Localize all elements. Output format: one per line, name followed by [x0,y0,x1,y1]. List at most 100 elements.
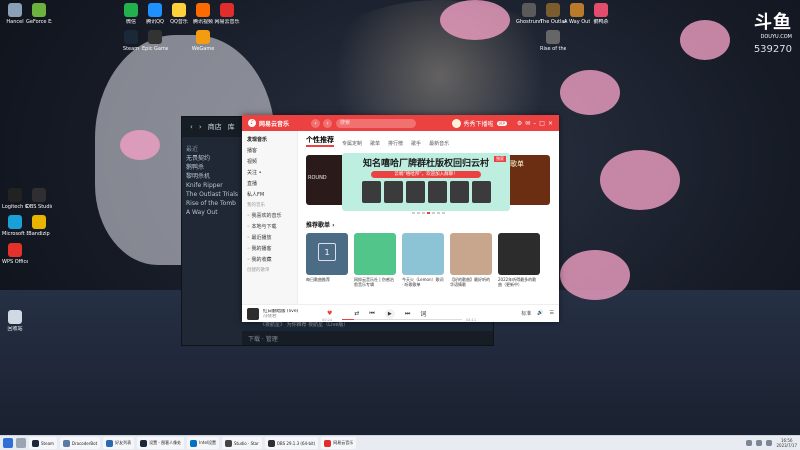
sidebar-item[interactable]: ◦ 我的收藏 [247,255,292,266]
sidebar-item[interactable]: ◦ 本地与下载 [247,222,292,233]
avatar[interactable] [451,118,461,128]
carousel-dot-active[interactable] [427,212,430,214]
like-icon[interactable]: ♥ [327,310,332,317]
playlist-caption[interactable]: 【好的歌曲】最好听的华语情歌 [450,277,492,287]
desktop-icon[interactable]: WeGame [190,30,216,52]
sidebar-item[interactable]: 直播 [247,179,292,190]
taskbar-app[interactable]: Steam [29,437,57,449]
sidebar-item[interactable]: 发现音乐 [247,135,292,146]
forward-icon[interactable]: › [323,118,333,128]
playlist-caption[interactable]: 2022年听得最多的歌曲（更新中） [498,277,540,287]
desktop-icon[interactable]: WPS Office [2,243,28,265]
desktop-icon[interactable]: Rise of the Tomb Raider [540,30,566,52]
playlist-cover[interactable]: 1 [306,232,348,275]
desktop-icon[interactable]: 腾讯QQ [142,3,168,25]
playlist-card[interactable]: 今天火（Lemon）歌词 · 听歌歌单 [402,232,444,287]
music-search-input[interactable]: 搜索 [336,118,417,128]
desktop-icon[interactable]: QQ音乐 [166,3,192,25]
sidebar-item[interactable]: ◦ 我喜欢的音乐 [247,211,292,222]
steam-game-item[interactable]: 无畏契约 [186,154,238,163]
desktop-icon[interactable]: 微信 [118,3,144,25]
desktop-icon[interactable]: Bandizip [26,215,52,237]
desktop-icon[interactable]: 网易云音乐 [214,3,240,25]
banner-left-card[interactable]: ROUND [306,155,346,205]
playlist-card[interactable]: 1 每日歌曲推荐 [306,232,348,287]
search-icon[interactable] [16,438,26,448]
user-name[interactable]: 秀秀下播啦 [464,119,494,128]
quality-button[interactable]: 标准 [521,310,531,317]
now-playing-cover[interactable] [247,307,259,320]
banner-carousel[interactable]: ROUND 歌单 独家 知名嘻哈厂牌群杜版权回归云村 云端“嘻哈邦”，欢迎加入群… [306,153,551,211]
banner-right-card[interactable]: 歌单 [506,155,550,205]
taskbar-app[interactable]: 设置 - 图客人像处 [137,437,185,449]
playlist-cover[interactable] [402,232,444,275]
desktop-icon[interactable]: GeForce Experience [26,3,52,25]
sidebar-item[interactable]: ◦ 我的播客 [247,244,292,255]
steam-game-item[interactable]: Rise of the Tomb Raider [186,199,238,208]
desktop-icon[interactable]: Epic Games [142,30,168,52]
taskbar-app[interactable]: Intel设置 [187,437,220,449]
sidebar-item[interactable]: 关注 • [247,168,292,179]
taskbar-app[interactable]: 好友列表 [103,437,135,449]
playlist-caption[interactable]: 网抑云音乐社 | 伤感治愈音乐专辑 [354,277,396,287]
steam-forward-icon[interactable]: › [199,123,202,131]
music-user[interactable]: 秀秀下播啦 VIP [451,118,507,128]
volume-icon[interactable]: 🔊 [537,310,543,317]
netease-music-window[interactable]: ♪ 网易云音乐 ‹ › 搜索 秀秀下播啦 VIP ⚙ ✉ – □ × 发现音乐播… [242,115,559,322]
sidebar-item[interactable]: ◦ 最近播放 [247,233,292,244]
steam-game-item[interactable]: A Way Out [186,208,238,217]
sidebar-item[interactable]: 私人FM [247,190,292,201]
tab-2[interactable]: 歌单 [370,140,380,147]
desktop-icon[interactable]: Hancel [2,3,28,25]
play-icon[interactable]: ▶ [384,308,395,319]
desktop-icon[interactable]: 鹅鸭杀 [588,3,614,25]
now-playing-artist[interactable]: 冯晓君 [263,314,325,319]
desktop-icon[interactable]: 腾讯视频 [190,3,216,25]
playlist-card[interactable]: 【好的歌曲】最好听的华语情歌 [450,232,492,287]
steam-nav-store[interactable]: 商店 [208,122,222,132]
desktop-icon[interactable]: Logitech G HUB [2,188,28,210]
carousel-dot[interactable] [412,212,415,214]
steam-game-item[interactable]: 黎明杀机 [186,172,238,181]
playlist-cover[interactable] [498,232,540,275]
carousel-dot[interactable] [437,212,440,214]
playlist-card[interactable]: 2022年听得最多的歌曲（更新中） [498,232,540,287]
steam-back-icon[interactable]: ‹ [190,123,193,131]
playlist-cover[interactable] [450,232,492,275]
steam-game-item[interactable]: Knife Ripper [186,181,238,190]
playlist-caption[interactable]: 今天火（Lemon）歌词 · 听歌歌单 [402,277,444,287]
mail-icon[interactable]: ✉ [525,120,530,127]
desktop-icon[interactable]: OBS Studio [26,188,52,210]
tab-0[interactable]: 个性推荐 [306,135,334,147]
steam-game-item[interactable]: 鹅鸭杀 [186,163,238,172]
maximize-icon[interactable]: □ [539,120,545,127]
shuffle-icon[interactable]: ⇄ [354,310,359,317]
next-icon[interactable]: ⏭ [405,310,410,318]
wifi-icon[interactable] [756,440,763,446]
steam-nav-library[interactable]: 库 [228,122,235,132]
tab-1[interactable]: 专属定制 [342,140,362,147]
sidebar-item[interactable]: 播客 [247,146,292,157]
desktop-icon[interactable]: Ghostrunner [516,3,542,25]
previous-icon[interactable]: ⏮ [369,310,374,318]
desktop-icon[interactable]: The Outlast Trials [540,3,566,25]
lyrics-icon[interactable]: 词 [420,309,426,318]
playlist-card[interactable]: 网抑云音乐社 | 伤感治愈音乐专辑 [354,232,396,287]
desktop-icon[interactable]: A Way Out [564,3,590,25]
tray-chevron-icon[interactable] [746,440,753,446]
steam-status-bar[interactable]: 下载 · 管理 [242,331,493,345]
taskbar-app[interactable]: Studio · Star [222,437,262,449]
sidebar-item[interactable]: 视频 [247,157,292,168]
playlist-icon[interactable]: ☰ [550,310,554,317]
banner-main[interactable]: 独家 知名嘻哈厂牌群杜版权回归云村 云端“嘻哈邦”，欢迎加入群聊！ [342,153,510,211]
taskbar-app[interactable]: 网易云音乐 [321,437,357,449]
minimize-icon[interactable]: – [533,120,536,127]
desktop-icon[interactable]: Microsoft Edge [2,215,28,237]
playlist-caption[interactable]: 每日歌曲推荐 [306,277,348,287]
vip-badge[interactable]: VIP [496,120,507,126]
tab-4[interactable]: 歌手 [411,140,421,147]
carousel-dot[interactable] [422,212,425,214]
taskbar-app[interactable]: DracoderBot [59,437,101,449]
steam-game-item[interactable]: The Outlast Trials [186,190,238,199]
carousel-dot[interactable] [432,212,435,214]
